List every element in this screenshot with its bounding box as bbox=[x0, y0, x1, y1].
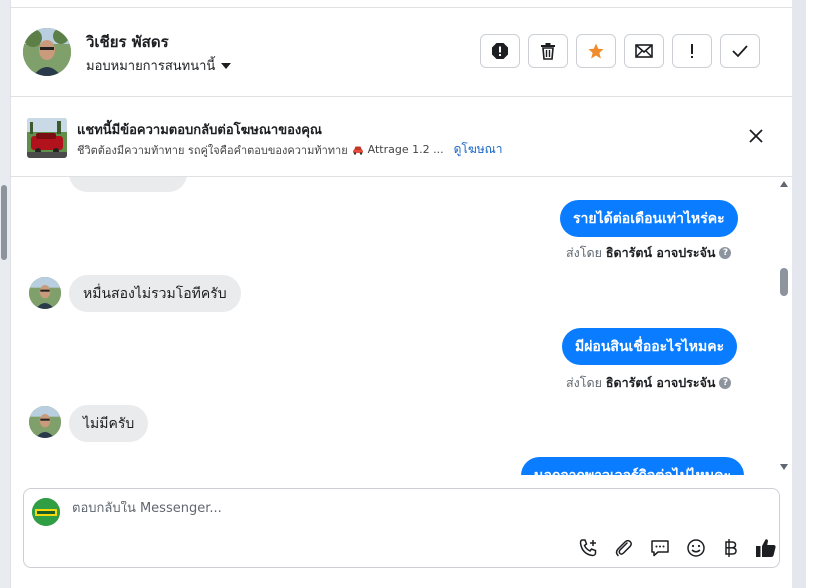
attach-button[interactable] bbox=[613, 537, 635, 559]
emoji-icon bbox=[687, 539, 705, 557]
outer-scrollbar-thumb[interactable] bbox=[1, 185, 7, 260]
follow-up-button[interactable] bbox=[672, 34, 712, 68]
attachment-icon bbox=[615, 539, 632, 557]
message-bubble-outgoing[interactable]: รายได้ต่อเดือนเท่าไหร่คะ bbox=[560, 200, 738, 237]
reply-input[interactable] bbox=[72, 501, 572, 516]
mark-done-icon bbox=[732, 45, 748, 58]
message-bubble-outgoing[interactable]: มีผ่อนสินเชื่ออะไรไหมคะ bbox=[562, 328, 738, 365]
payment-icon bbox=[725, 539, 737, 557]
conversation-panel: วิเชียร พัสดร มอบหมายการสนทนานี้ แชทนี้ม… bbox=[10, 0, 792, 588]
star-icon bbox=[588, 43, 604, 59]
reply-composer bbox=[23, 488, 780, 568]
payment-button[interactable] bbox=[720, 537, 742, 559]
thread-scrollbar-thumb[interactable] bbox=[780, 268, 788, 296]
contact-name[interactable]: วิเชียร พัสดร bbox=[86, 30, 169, 54]
mark-done-button[interactable] bbox=[720, 34, 760, 68]
scroll-up-arrow[interactable] bbox=[779, 180, 789, 188]
caret-down-icon bbox=[221, 62, 232, 69]
trash-icon bbox=[541, 43, 555, 60]
sent-by-line: ส่งโดย ธิดารัตน์ อาจประจัน ? bbox=[566, 373, 732, 393]
delete-button[interactable] bbox=[528, 34, 568, 68]
sent-by-label: ส่งโดย bbox=[566, 245, 602, 260]
message-bubble-partial bbox=[69, 177, 187, 192]
spam-button[interactable] bbox=[480, 34, 520, 68]
ad-banner-subtitle: ชีวิตต้องมีความท้าทาย รถคู่ใจคือคำตอบของ… bbox=[77, 140, 503, 159]
mark-unread-icon bbox=[635, 44, 653, 58]
like-icon bbox=[756, 539, 776, 557]
ad-thumbnail[interactable] bbox=[27, 118, 67, 158]
view-ad-link[interactable]: ดูโฆษณา bbox=[454, 140, 503, 159]
call-button[interactable] bbox=[577, 537, 599, 559]
info-icon[interactable]: ? bbox=[719, 247, 732, 259]
info-icon[interactable]: ? bbox=[719, 377, 732, 389]
close-banner-button[interactable] bbox=[745, 125, 767, 147]
like-button[interactable] bbox=[755, 537, 777, 559]
contact-avatar-small bbox=[29, 406, 61, 438]
call-icon bbox=[579, 539, 597, 557]
assign-label: มอบหมายการสนทนานี้ bbox=[86, 59, 216, 74]
conversation-header: วิเชียร พัสดร มอบหมายการสนทนานี้ bbox=[11, 8, 793, 96]
contact-avatar[interactable] bbox=[23, 28, 71, 76]
saved-reply-icon bbox=[651, 540, 669, 557]
car-icon bbox=[352, 146, 363, 155]
assign-dropdown[interactable]: มอบหมายการสนทนานี้ bbox=[86, 55, 232, 76]
page-avatar bbox=[32, 498, 60, 526]
message-thread[interactable]: รายได้ต่อเดือนเท่าไหร่คะ ส่งโดย ธิดารัตน… bbox=[11, 177, 793, 475]
emoji-button[interactable] bbox=[685, 537, 707, 559]
contact-avatar-small bbox=[29, 277, 61, 309]
message-bubble-incoming[interactable]: ไม่มีครับ bbox=[69, 405, 149, 442]
message-bubble-incoming[interactable]: หมื่นสองไม่รวมโอทีครับ bbox=[69, 275, 241, 312]
sent-by-label: ส่งโดย bbox=[566, 375, 602, 390]
mark-unread-button[interactable] bbox=[624, 34, 664, 68]
ad-reply-banner: แชทนี้มีข้อความตอบกลับต่อโฆษณาของคุณ ชีว… bbox=[11, 97, 793, 176]
outer-scrollbar[interactable] bbox=[0, 0, 10, 588]
saved-reply-button[interactable] bbox=[649, 537, 671, 559]
ad-caption: ชีวิตต้องมีความท้าทาย รถคู่ใจคือคำตอบของ… bbox=[77, 143, 348, 157]
sender-name: ธิดารัตน์ อาจประจัน bbox=[605, 245, 716, 260]
ad-car-text: Attrage 1.2 ... bbox=[367, 143, 444, 156]
scroll-down-arrow[interactable] bbox=[779, 463, 789, 471]
star-button[interactable] bbox=[576, 34, 616, 68]
spam-icon bbox=[492, 43, 508, 59]
side-panel-edge bbox=[806, 0, 822, 588]
ad-banner-title: แชทนี้มีข้อความตอบกลับต่อโฆษณาของคุณ bbox=[77, 123, 322, 138]
message-bubble-outgoing[interactable]: นอกจากพาวเวอร์กิจต่อไปไหมคะ bbox=[521, 457, 745, 475]
follow-up-icon bbox=[691, 44, 693, 58]
sender-name: ธิดารัตน์ อาจประจัน bbox=[605, 375, 716, 390]
sent-by-line: ส่งโดย ธิดารัตน์ อาจประจัน ? bbox=[566, 243, 732, 263]
close-icon bbox=[749, 129, 763, 143]
